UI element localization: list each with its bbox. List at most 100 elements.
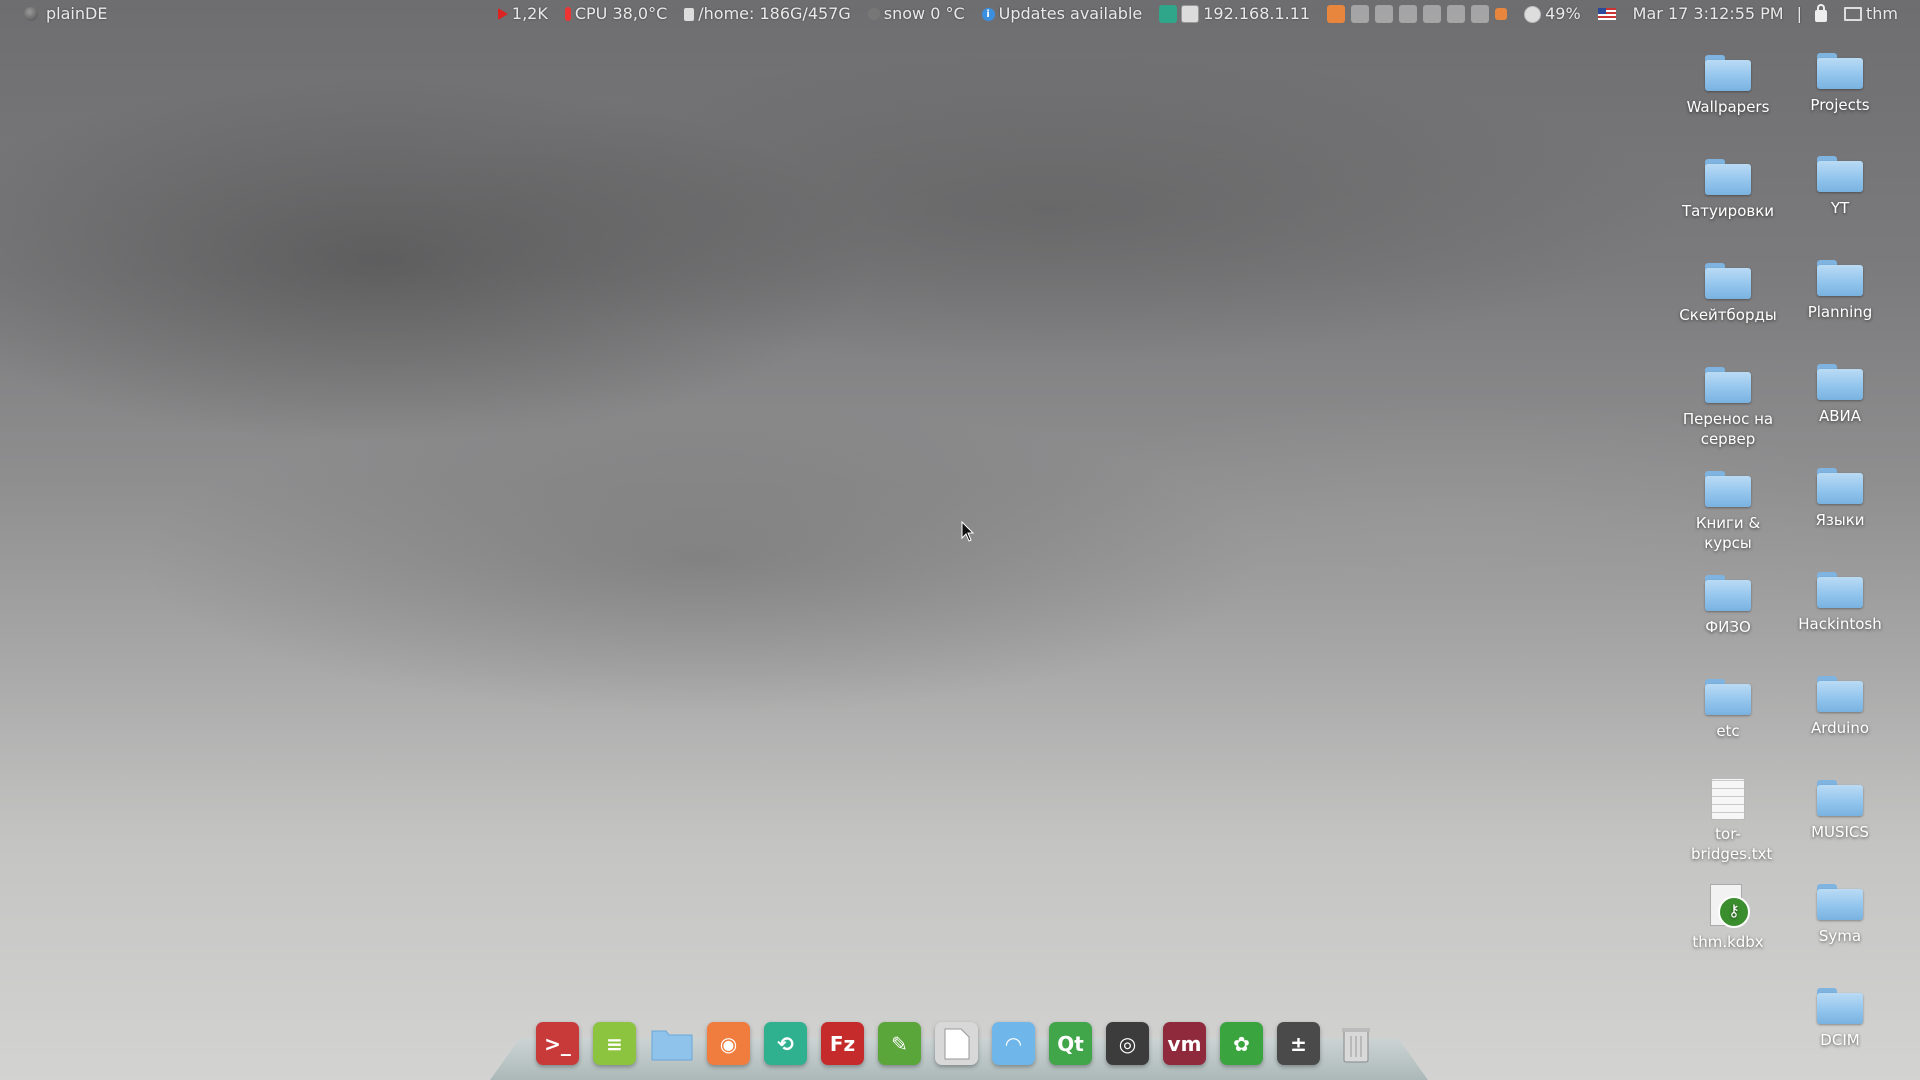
weather-label: snow 0 °C <box>883 4 965 23</box>
mouse-cursor-icon <box>961 521 975 542</box>
lock-button[interactable] <box>1815 4 1827 22</box>
battery-label: 49% <box>1545 4 1581 23</box>
firefox-icon[interactable]: ◉ <box>707 1022 750 1065</box>
clipboard-tray-icon[interactable] <box>1423 5 1442 23</box>
desktop-icon-label: tor-bridges.txt <box>1691 825 1773 863</box>
desktop-icon-label: Wallpapers <box>1686 98 1770 116</box>
folder-icon <box>1705 263 1751 299</box>
desktop-icon-label: Projects <box>1810 96 1870 114</box>
ip-label: 192.168.1.11 <box>1203 4 1311 23</box>
youtube-count: 1,2K <box>511 4 548 23</box>
updates-applet[interactable]: i Updates available <box>981 0 1143 28</box>
battery-applet[interactable]: 49% <box>1524 0 1581 28</box>
battery-icon <box>1524 5 1542 23</box>
terminal-icon[interactable]: >_ <box>536 1022 579 1065</box>
clock[interactable]: Mar 17 3:12:55 PM <box>1633 0 1784 28</box>
cpu-temp-applet[interactable]: CPU 38,0°C <box>564 0 668 28</box>
desktop-folder[interactable]: YT <box>1785 156 1895 218</box>
document-icon[interactable] <box>935 1022 978 1065</box>
qt-creator-icon[interactable]: Qt <box>1049 1022 1092 1065</box>
desktop-icon-label: Planning <box>1807 303 1873 321</box>
de-name-label: plainDE <box>46 4 108 23</box>
folder-icon <box>1817 988 1863 1024</box>
weather-applet[interactable]: snow 0 °C <box>867 0 965 28</box>
updates-label: Updates available <box>998 4 1143 23</box>
folder-icon <box>1817 468 1863 504</box>
folder-icon <box>1817 364 1863 400</box>
folder-icon <box>1817 780 1863 816</box>
browser-icon[interactable]: ◠ <box>992 1022 1035 1065</box>
desktop-icon-label: Arduino <box>1810 719 1870 737</box>
desktop-icon-label: Скейтборды <box>1679 306 1777 324</box>
desktop-icon-label: MUSICS <box>1811 823 1869 841</box>
keyboard-layout[interactable] <box>1597 8 1616 20</box>
desktop-folder[interactable]: Перенос на сервер <box>1673 367 1783 449</box>
folder-icon <box>1817 260 1863 296</box>
user-menu[interactable]: thm <box>1844 0 1898 28</box>
desktop-folder[interactable]: Книги & курсы <box>1673 471 1783 553</box>
app-menu[interactable]: plainDE <box>24 0 107 28</box>
text-editor-icon[interactable]: ≡ <box>593 1022 636 1065</box>
desktop-folder[interactable]: etc <box>1673 679 1783 741</box>
us-flag-icon <box>1597 8 1616 20</box>
monitor-icon <box>1844 7 1862 21</box>
trash-icon[interactable] <box>1334 1022 1377 1065</box>
network-applet[interactable]: 192.168.1.11 <box>1159 0 1310 28</box>
media-tray-icon[interactable] <box>1495 8 1508 20</box>
desktop-folder[interactable]: Hackintosh <box>1785 572 1895 634</box>
filezilla-icon[interactable]: Fz <box>821 1022 864 1065</box>
disk-usage-applet[interactable]: /home: 186G/457G <box>684 0 851 28</box>
desktop-folder[interactable]: Syma <box>1785 884 1895 946</box>
evernote-icon[interactable]: ✿ <box>1220 1022 1263 1065</box>
top-panel: plainDE 1,2K CPU 38,0°C /home: 186G/457G… <box>0 0 1920 28</box>
desktop-icon-label: YT <box>1830 199 1850 217</box>
desktop-icon-label: ФИЗО <box>1705 618 1751 636</box>
desktop-file[interactable]: ⚷ thm.kdbx <box>1673 884 1783 952</box>
desktop-folder[interactable]: Татуировки <box>1673 159 1783 221</box>
desktop-folder[interactable]: Скейтборды <box>1673 263 1783 325</box>
tool-tray-icon[interactable] <box>1399 5 1418 23</box>
folder-icon <box>1817 572 1863 608</box>
keepass-file-icon: ⚷ <box>1706 884 1750 928</box>
more-tray-icon[interactable] <box>1471 5 1490 23</box>
telegram-tray-icon[interactable] <box>1447 5 1466 23</box>
desktop-folder[interactable]: АВИА <box>1785 364 1895 426</box>
info-icon: i <box>981 7 995 21</box>
desktop-icon-label: Книги & курсы <box>1695 514 1761 552</box>
desktop-icon-label: Перенос на сервер <box>1682 410 1774 448</box>
file-manager-icon[interactable] <box>650 1022 693 1065</box>
vmware-icon[interactable]: vm <box>1163 1022 1206 1065</box>
lock-icon <box>1815 4 1827 22</box>
ip-monitor-icon <box>1181 5 1200 23</box>
desktop-file[interactable]: tor-bridges.txt <box>1673 778 1783 864</box>
folder-icon <box>1705 159 1751 195</box>
obs-icon[interactable]: ◎ <box>1106 1022 1149 1065</box>
desktop-icon-label: Syma <box>1818 927 1862 945</box>
thermometer-icon <box>564 7 571 21</box>
panel-separator: | <box>1796 4 1802 23</box>
cpu-temp-label: CPU 38,0°C <box>574 4 668 23</box>
desktop-icon-label: Татуировки <box>1681 202 1775 220</box>
sync-icon[interactable]: ⟲ <box>764 1022 807 1065</box>
youtube-counter[interactable]: 1,2K <box>497 0 548 28</box>
chat-tray-icon[interactable] <box>1375 5 1394 23</box>
music-tray-icon[interactable] <box>1351 5 1370 23</box>
calculator-icon[interactable]: ± <box>1277 1022 1320 1065</box>
desktop-folder[interactable]: Arduino <box>1785 676 1895 738</box>
desktop-icon-label: Языки <box>1815 511 1865 529</box>
text-file-icon <box>1711 778 1745 820</box>
tools-icon[interactable]: ✎ <box>878 1022 921 1065</box>
datetime-label: Mar 17 3:12:55 PM <box>1632 4 1784 23</box>
desktop-folder[interactable]: MUSICS <box>1785 780 1895 842</box>
desktop-folder[interactable]: DCIM <box>1785 988 1895 1050</box>
desktop-folder[interactable]: ФИЗО <box>1673 575 1783 637</box>
desktop-icon-label: etc <box>1716 722 1740 740</box>
folder-icon <box>1705 367 1751 403</box>
disk-icon <box>684 7 695 21</box>
desktop-folder[interactable]: Wallpapers <box>1673 55 1783 117</box>
desktop-folder[interactable]: Projects <box>1785 53 1895 115</box>
dock-app-list: >_ ≡ ◉ ⟲ Fz ✎ ◠ Qt ◎ vm ✿ ± <box>536 1022 1377 1065</box>
desktop-folder[interactable]: Языки <box>1785 468 1895 530</box>
firefox-tray-icon[interactable] <box>1327 5 1346 23</box>
desktop-folder[interactable]: Planning <box>1785 260 1895 322</box>
